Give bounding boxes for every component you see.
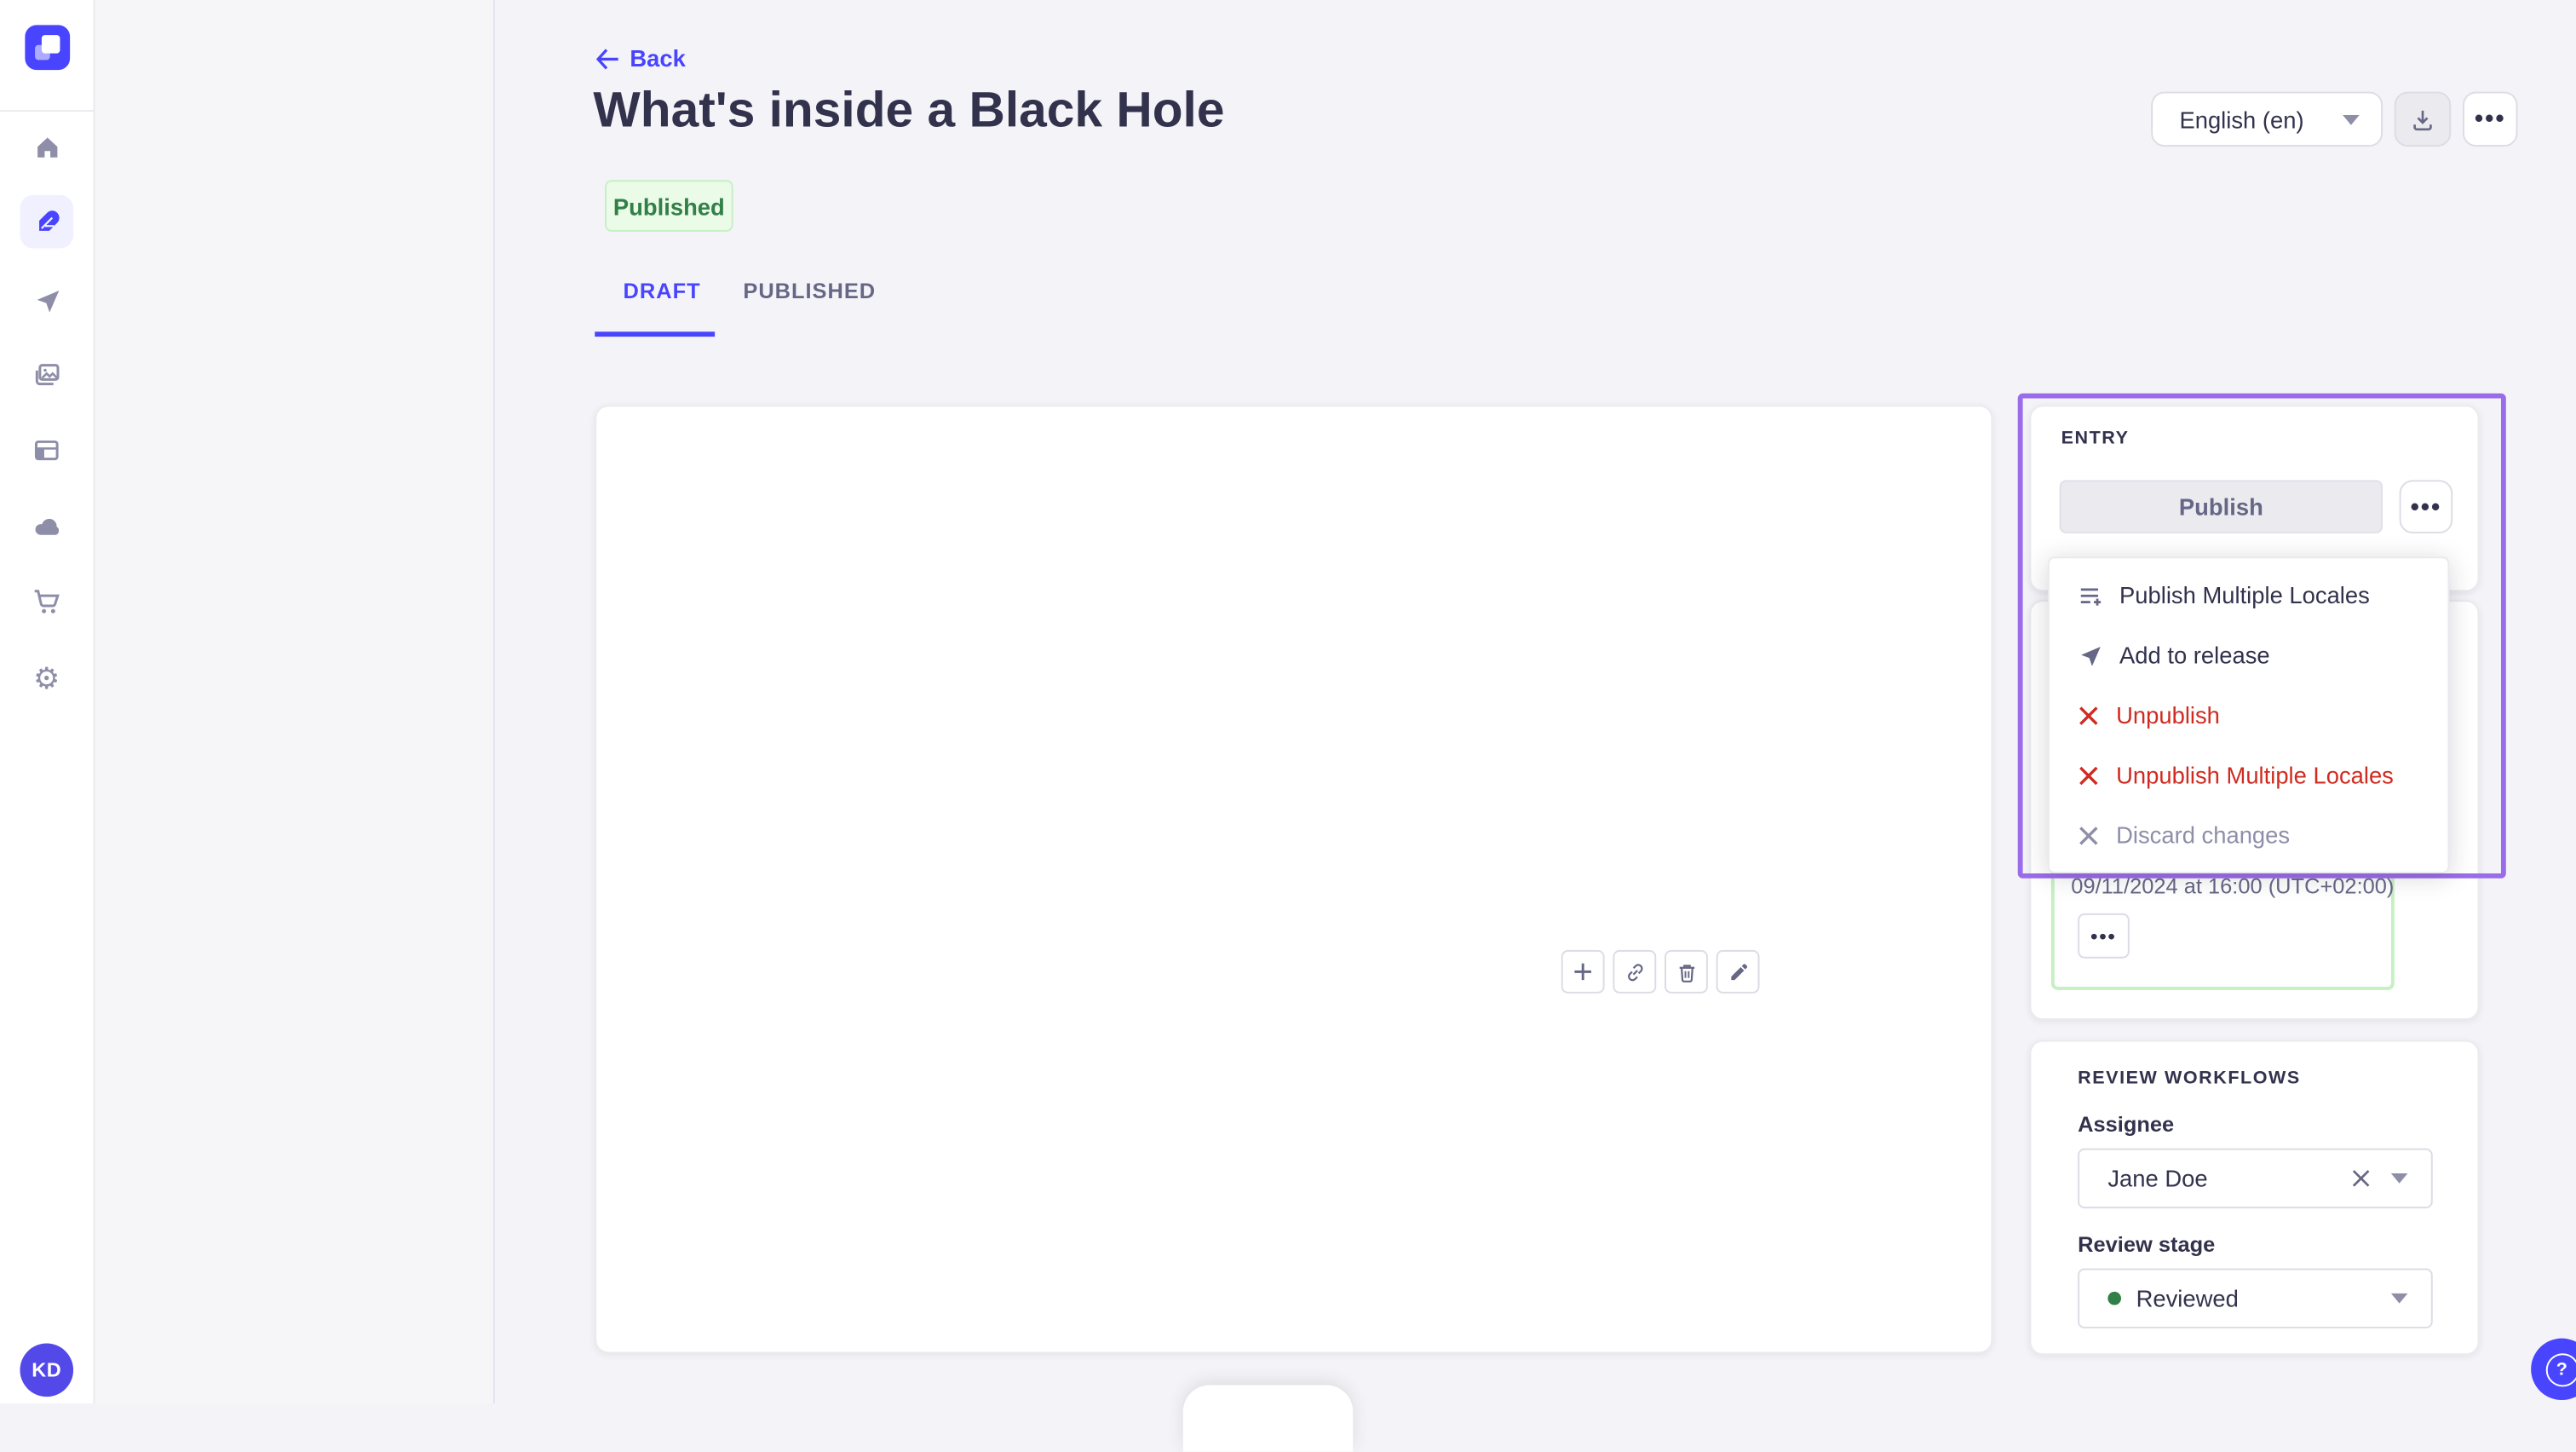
assignee-select[interactable]: Jane Doe bbox=[2078, 1148, 2433, 1209]
chevron-down-icon bbox=[2390, 1293, 2408, 1304]
cover-actions bbox=[1561, 949, 1760, 994]
strapi-logo-icon bbox=[35, 35, 60, 60]
paper-plane-icon bbox=[2081, 646, 2101, 666]
back-label: Back bbox=[630, 44, 686, 72]
menu-item-unpublish[interactable]: Unpublish bbox=[2050, 685, 2447, 745]
gear-icon: ⚙ bbox=[32, 661, 60, 695]
menu-item-label: Discard changes bbox=[2116, 821, 2291, 849]
tab-active-underline bbox=[595, 331, 716, 337]
cross-icon bbox=[2079, 706, 2098, 724]
cart-icon bbox=[34, 590, 60, 614]
header-more-button[interactable]: ••• bbox=[2462, 91, 2518, 147]
entry-more-button[interactable]: ••• bbox=[2399, 480, 2453, 533]
menu-item-label: Unpublish bbox=[2116, 701, 2220, 729]
cover-edit-button[interactable] bbox=[1716, 949, 1760, 994]
release-more-button[interactable]: ••• bbox=[2078, 913, 2130, 959]
paper-plane-icon bbox=[36, 289, 59, 312]
locale-select[interactable]: English (en) bbox=[2151, 91, 2383, 147]
menu-item-label: Publish Multiple Locales bbox=[2119, 581, 2370, 608]
edit-form-card bbox=[595, 405, 1993, 1354]
back-link[interactable]: Back bbox=[595, 42, 686, 75]
help-button[interactable]: ? bbox=[2531, 1338, 2576, 1401]
review-stage-label: Review stage bbox=[2078, 1231, 2215, 1256]
menu-item-label: Add to release bbox=[2119, 642, 2270, 669]
download-icon bbox=[2413, 109, 2432, 130]
feather-icon bbox=[38, 210, 59, 230]
plus-icon bbox=[1574, 963, 1591, 981]
menu-item-discard-changes[interactable]: Discard changes bbox=[2050, 805, 2447, 865]
entry-actions-menu: Publish Multiple Locales Add to release … bbox=[2047, 556, 2450, 873]
sidebar-item-marketplace[interactable] bbox=[20, 575, 73, 629]
clear-icon[interactable] bbox=[2351, 1168, 2371, 1188]
page-title: What's inside a Black Hole bbox=[593, 83, 1225, 139]
publish-button[interactable]: Publish bbox=[2059, 480, 2383, 533]
sidebar-item-content-type-builder[interactable] bbox=[20, 424, 73, 477]
assignee-value: Jane Doe bbox=[2107, 1165, 2208, 1192]
sidebar-item-settings[interactable]: ⚙ bbox=[20, 652, 73, 706]
sidebar-item-home[interactable] bbox=[20, 120, 73, 174]
question-icon: ? bbox=[2544, 1352, 2576, 1386]
review-stage-select[interactable]: Reviewed bbox=[2078, 1268, 2433, 1328]
strapi-logo[interactable] bbox=[25, 25, 71, 71]
menu-item-add-to-release[interactable]: Add to release bbox=[2050, 625, 2447, 685]
user-avatar[interactable]: KD bbox=[20, 1343, 74, 1397]
link-icon bbox=[1627, 963, 1642, 981]
label-text: Review stage bbox=[2078, 1231, 2216, 1257]
menu-item-unpublish-multiple-locales[interactable]: Unpublish Multiple Locales bbox=[2050, 745, 2447, 804]
arrow-left-icon bbox=[595, 48, 618, 69]
tab-draft[interactable]: DRAFT bbox=[624, 279, 701, 303]
images-icon bbox=[35, 364, 60, 386]
assignee-label: Assignee bbox=[2078, 1112, 2174, 1137]
more-icon: ••• bbox=[2474, 105, 2506, 134]
sidebar-item-releases[interactable] bbox=[20, 274, 73, 327]
menu-item-label: Unpublish Multiple Locales bbox=[2116, 761, 2394, 789]
review-workflows-heading: REVIEW WORKFLOWS bbox=[2078, 1068, 2301, 1089]
trash-icon bbox=[1678, 964, 1694, 982]
sidebar-item-cloud[interactable] bbox=[20, 500, 73, 554]
content-manager-subnav bbox=[95, 0, 495, 1403]
cross-icon bbox=[2079, 765, 2098, 785]
cloud-icon bbox=[35, 518, 60, 535]
list-plus-icon bbox=[2080, 587, 2102, 605]
chevron-down-icon bbox=[2343, 113, 2360, 124]
tab-published[interactable]: PUBLISHED bbox=[743, 279, 876, 303]
bottom-floating-bar bbox=[1182, 1385, 1354, 1452]
more-icon: ••• bbox=[2410, 492, 2442, 521]
layout-icon bbox=[34, 440, 59, 461]
cross-icon bbox=[2079, 826, 2098, 844]
cover-delete-button[interactable] bbox=[1665, 949, 1708, 994]
main-sidebar: ⚙ KD bbox=[0, 0, 95, 1403]
sidebar-item-media-library[interactable] bbox=[20, 349, 73, 402]
label-text: Assignee bbox=[2078, 1111, 2175, 1137]
logo-section bbox=[0, 0, 95, 112]
app-root: ⚙ KD Content Manager COLLECTION TYPES 4 … bbox=[0, 0, 2576, 1452]
entry-heading: ENTRY bbox=[2061, 428, 2130, 449]
menu-item-publish-multiple-locales[interactable]: Publish Multiple Locales bbox=[2050, 565, 2447, 625]
more-icon: ••• bbox=[2090, 924, 2117, 948]
pencil-icon bbox=[1730, 963, 1747, 980]
cover-add-button[interactable] bbox=[1561, 949, 1605, 994]
sidebar-item-content-manager[interactable] bbox=[20, 194, 74, 249]
export-button[interactable] bbox=[2394, 91, 2452, 147]
status-badge: Published bbox=[605, 180, 733, 232]
home-icon bbox=[37, 136, 57, 157]
scheduled-release-date: 09/11/2024 at 16:00 (UTC+02:00) bbox=[2071, 873, 2395, 899]
stage-status-dot bbox=[2107, 1291, 2121, 1305]
chevron-down-icon bbox=[2390, 1173, 2408, 1184]
cover-copy-link-button[interactable] bbox=[1613, 949, 1657, 994]
locale-value: English (en) bbox=[2179, 106, 2304, 133]
stage-value: Reviewed bbox=[2136, 1285, 2239, 1312]
